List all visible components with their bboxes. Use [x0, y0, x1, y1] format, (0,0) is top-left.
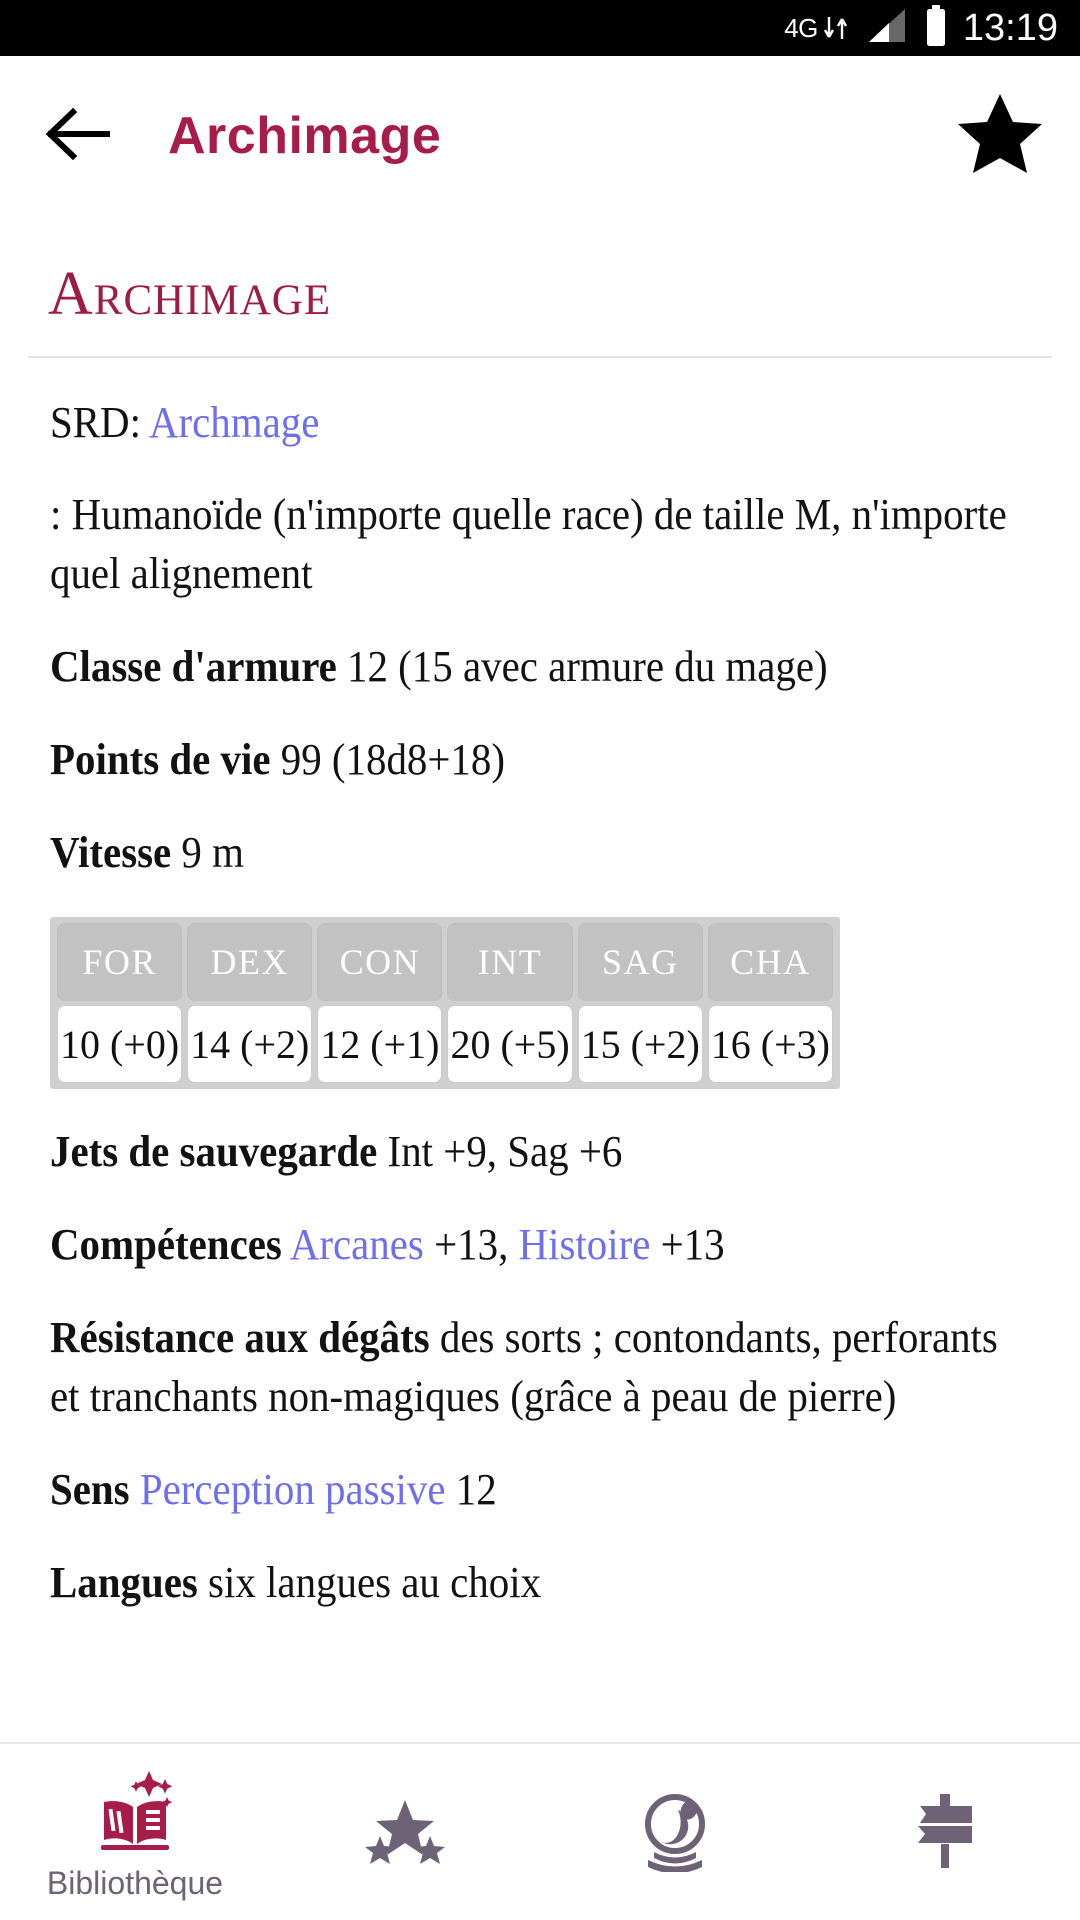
statblock-heading: Archimage [48, 260, 332, 328]
signal-bars-icon [865, 6, 909, 51]
ability-header-con: CON [317, 923, 443, 1002]
ability-header-dex: DEX [187, 923, 313, 1002]
armor-class-label: Classe d'armure [50, 642, 337, 692]
skill-bonus-histoire: +13 [660, 1220, 725, 1270]
ability-header-for: FOR [57, 923, 183, 1002]
open-book-sparkles-icon [87, 1765, 183, 1861]
three-stars-icon [362, 1786, 448, 1872]
hit-points-value: 99 (18d8+18) [280, 735, 505, 785]
star-filled-icon [957, 92, 1043, 181]
saving-throws-label: Jets de sauvegarde [50, 1127, 378, 1177]
creature-type-line: : Humanoïde (n'importe quelle race) de t… [50, 490, 1007, 599]
ability-value-row: 10 (+0) 14 (+2) 12 (+1) 20 (+5) 15 (+2) … [57, 1005, 833, 1084]
damage-resistance-line: Résistance aux dégâts des sorts ; conton… [50, 1309, 1034, 1427]
srd-link[interactable]: Archmage [149, 398, 319, 447]
nav-item-adventures[interactable] [810, 1744, 1080, 1920]
ability-header-sag: SAG [577, 923, 703, 1002]
speed-label: Vitesse [50, 828, 172, 878]
skills-label: Compétences [50, 1220, 282, 1270]
heading-divider [28, 355, 1052, 358]
ability-value-for: 10 (+0) [57, 1005, 183, 1084]
ability-value-int: 20 (+5) [447, 1005, 573, 1084]
skills-line: Compétences Arcanes +13, Histoire +13 [50, 1216, 1034, 1275]
languages-label: Langues [50, 1557, 198, 1607]
network-type-label: 4G [784, 13, 818, 43]
srd-label: SRD: [50, 397, 141, 447]
favorite-button[interactable] [954, 90, 1046, 182]
data-transfer-arrows-icon [821, 11, 851, 45]
hit-points-label: Points de vie [50, 735, 271, 785]
damage-resistance-label: Résistance aux dégâts [50, 1313, 430, 1363]
network-status: 4G [784, 11, 851, 45]
bottom-navigation: Bibliothèque [0, 1742, 1080, 1920]
back-arrow-icon [45, 107, 111, 165]
speed-value: 9 m [181, 828, 244, 878]
ability-header-row: FOR DEX CON INT SAG CHA [57, 923, 833, 1002]
ability-value-dex: 14 (+2) [187, 1005, 313, 1084]
page-title: Archimage [168, 107, 442, 165]
statblock-body: SRD: Archmage : Humanoïde (n'importe que… [28, 394, 1052, 1613]
ability-value-con: 12 (+1) [317, 1005, 443, 1084]
ability-header-int: INT [447, 923, 573, 1002]
status-bar: 4G 13:19 [0, 0, 1080, 56]
srd-line: SRD: Archmage [50, 394, 1034, 453]
skill-link-histoire[interactable]: Histoire [519, 1220, 651, 1269]
nav-item-bibliotheque[interactable]: Bibliothèque [0, 1744, 270, 1920]
senses-line: Sens Perception passive 12 [50, 1461, 1034, 1520]
crystal-ball-icon [632, 1786, 718, 1872]
skill-link-arcanes[interactable]: Arcanes [290, 1220, 424, 1269]
armor-class-line: Classe d'armure 12 (15 avec armure du ma… [50, 638, 1034, 697]
hit-points-line: Points de vie 99 (18d8+18) [50, 731, 1034, 790]
statblock-content: Archimage SRD: Archmage : Humanoïde (n'i… [0, 216, 1080, 1742]
senses-value: 12 [455, 1465, 497, 1515]
ability-value-sag: 15 (+2) [577, 1005, 703, 1084]
ability-value-cha: 16 (+3) [707, 1005, 833, 1084]
saving-throws-line: Jets de sauvegarde Int +9, Sag +6 [50, 1123, 1034, 1182]
senses-link[interactable]: Perception passive [140, 1465, 446, 1514]
speed-line: Vitesse 9 m [50, 824, 1034, 883]
languages-line: Langues six langues au choix [50, 1554, 1034, 1613]
clock-time: 13:19 [962, 7, 1058, 49]
app-bar: Archimage [0, 56, 1080, 216]
battery-full-icon [923, 4, 949, 52]
skill-bonus-arcanes: +13, [434, 1220, 509, 1270]
languages-value: six langues au choix [208, 1557, 542, 1607]
nav-label-bibliotheque: Bibliothèque [46, 1865, 224, 1901]
signpost-icon [902, 1786, 988, 1872]
senses-label: Sens [50, 1465, 130, 1515]
armor-class-value: 12 (15 avec armure du mage) [347, 642, 828, 692]
ability-scores-table: FOR DEX CON INT SAG CHA 10 (+0) 14 (+2) … [50, 917, 840, 1090]
back-button[interactable] [40, 98, 116, 174]
nav-item-favorites[interactable] [270, 1744, 540, 1920]
saving-throws-value: Int +9, Sag +6 [387, 1127, 623, 1177]
ability-header-cha: CHA [707, 923, 833, 1002]
nav-item-spells[interactable] [540, 1744, 810, 1920]
